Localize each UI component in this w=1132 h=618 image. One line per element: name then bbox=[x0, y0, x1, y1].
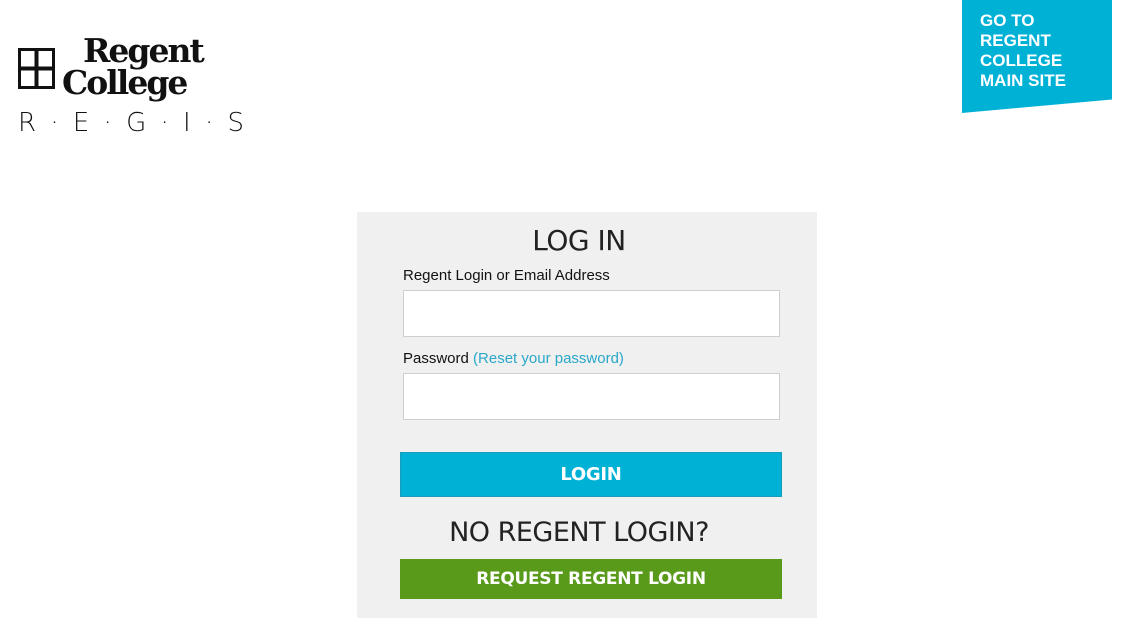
username-input[interactable] bbox=[403, 290, 780, 337]
username-label: Regent Login or Email Address bbox=[403, 267, 610, 284]
window-cross-icon bbox=[18, 48, 55, 89]
logo-tagline-regis: R · E · G · I · S bbox=[18, 108, 247, 138]
password-label: Password (Reset your password) bbox=[403, 350, 624, 367]
login-panel: LOG IN Regent Login or Email Address Pas… bbox=[357, 212, 817, 618]
login-title: LOG IN bbox=[532, 224, 626, 257]
logo-text-college: College bbox=[62, 63, 188, 102]
request-login-button[interactable]: REQUEST REGENT LOGIN bbox=[400, 559, 782, 599]
reset-password-link[interactable]: (Reset your password) bbox=[473, 350, 624, 367]
go-to-main-site-label: GO TO REGENT COLLEGE MAIN SITE bbox=[980, 11, 1066, 90]
password-label-text: Password bbox=[403, 350, 474, 367]
login-button[interactable]: LOGIN bbox=[400, 452, 782, 497]
login-page: Regent College R · E · G · I · S GO TO R… bbox=[0, 0, 1132, 618]
go-to-main-site-link[interactable]: GO TO REGENT COLLEGE MAIN SITE bbox=[962, 0, 1112, 113]
username-label-text: Regent Login or Email Address bbox=[403, 267, 610, 284]
regent-college-logo[interactable]: Regent College R · E · G · I · S bbox=[18, 34, 244, 140]
password-input[interactable] bbox=[403, 373, 780, 420]
no-login-heading: NO REGENT LOGIN? bbox=[449, 517, 709, 548]
